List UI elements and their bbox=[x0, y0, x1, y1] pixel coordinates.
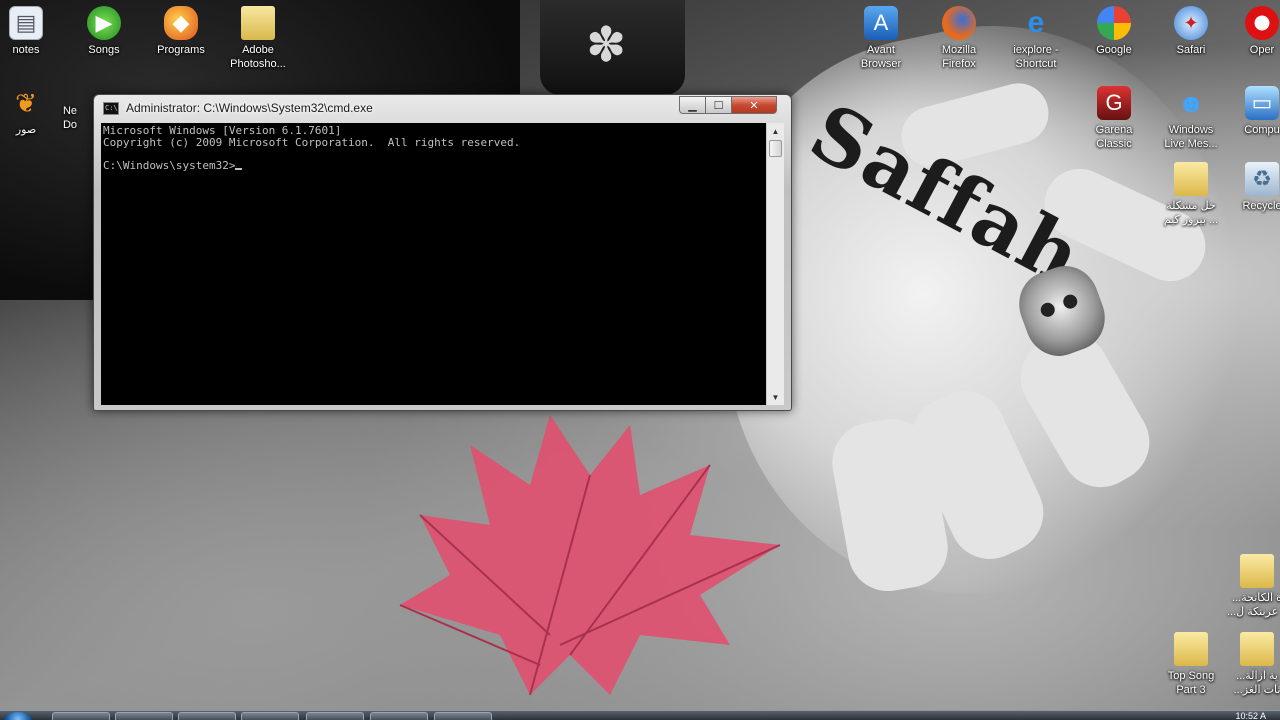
desktop-icon-label: ...ية ازالة ...ثات الغز bbox=[1233, 670, 1280, 696]
minimize-button[interactable]: ▁ bbox=[679, 96, 706, 114]
chrome-icon bbox=[1097, 6, 1131, 40]
console-line: Copyright (c) 2009 Microsoft Corporation… bbox=[103, 135, 521, 149]
avant-browser-icon: A bbox=[864, 6, 898, 40]
taskbar-item-app[interactable] bbox=[370, 712, 428, 720]
document-stack-icon: ▤ bbox=[9, 6, 43, 40]
wallpaper-red-leaf bbox=[399, 415, 781, 696]
cmd-console[interactable]: Microsoft Windows [Version 6.1.7601] Cop… bbox=[101, 123, 766, 405]
cmd-titlebar[interactable]: C:\ Administrator: C:\Windows\System32\c… bbox=[94, 95, 791, 121]
desktop-icon-safari[interactable]: ✦ Safari bbox=[1153, 2, 1229, 57]
taskbar-item-ie[interactable] bbox=[52, 712, 110, 720]
desktop-icon-arabic-folder-2[interactable]: ...ة الكاتحة ...ة عربنكة ل bbox=[1222, 550, 1280, 619]
desktop-icon-garena-classic[interactable]: G Garena Classic bbox=[1076, 82, 1152, 151]
desktop-icon-network[interactable]: Ne Do bbox=[46, 104, 94, 132]
folder-icon bbox=[1240, 554, 1274, 588]
taskbar-item-explorer[interactable] bbox=[115, 712, 173, 720]
scroll-down-arrow-icon[interactable]: ▼ bbox=[767, 389, 784, 405]
desktop-icon-label: Ne Do bbox=[62, 105, 78, 131]
garena-icon: G bbox=[1097, 86, 1131, 120]
console-prompt-line[interactable]: C:\Windows\system32> bbox=[103, 158, 766, 172]
desktop-icon-opera[interactable]: Oper bbox=[1232, 2, 1280, 57]
desktop-icon-label: Mozilla Firefox bbox=[941, 44, 977, 70]
folder-icon bbox=[241, 6, 275, 40]
desktop-icon-avant-browser[interactable]: A Avant Browser bbox=[843, 2, 919, 71]
desktop-icon-notes[interactable]: ▤ notes bbox=[0, 2, 64, 57]
desktop-icon-label: Garena Classic bbox=[1095, 124, 1133, 150]
desktop-icon-label: Adobe Photosho... bbox=[230, 44, 286, 70]
internet-explorer-icon: e bbox=[1027, 6, 1045, 39]
desktop-icon-windows-live-messenger[interactable]: ☻ Windows Live Mes... bbox=[1153, 82, 1229, 151]
taskbar: 10:52 A bbox=[0, 710, 1280, 720]
desktop-icon-mozilla-firefox[interactable]: Mozilla Firefox bbox=[921, 2, 997, 71]
desktop-icon-label: Compu bbox=[1244, 124, 1280, 136]
cmd-window-title: Administrator: C:\Windows\System32\cmd.e… bbox=[126, 101, 373, 115]
safari-compass-icon: ✦ bbox=[1174, 6, 1208, 40]
desktop-icon-label: Programs bbox=[157, 44, 205, 56]
desktop-icon-recycle-bin[interactable]: ♻ Recycle bbox=[1232, 158, 1280, 213]
opera-icon bbox=[1245, 6, 1279, 40]
desktop-icon-label: Recycle bbox=[1242, 200, 1280, 212]
desktop-icon-label: Top Song Part 3 bbox=[1167, 670, 1215, 696]
desktop-icon-google[interactable]: Google bbox=[1076, 2, 1152, 57]
taskbar-item-app[interactable] bbox=[306, 712, 364, 720]
folder-icon bbox=[1240, 632, 1274, 666]
desktop-icon-label: حل مشكلة بيرور كيم ... bbox=[1163, 200, 1219, 226]
folder-icon bbox=[1174, 162, 1208, 196]
desktop-icon-adobe-photoshop[interactable]: Adobe Photosho... bbox=[220, 2, 296, 71]
butterfly-icon: ❦ bbox=[15, 88, 37, 118]
firefox-icon bbox=[942, 6, 976, 40]
text-cursor bbox=[235, 167, 243, 170]
desktop-icon-label: Songs bbox=[88, 44, 120, 56]
desktop-icon-label: iexplore - Shortcut bbox=[1013, 44, 1059, 70]
desktop-icon-label: Avant Browser bbox=[860, 44, 902, 70]
desktop-icon-iexplore-shortcut[interactable]: e iexplore - Shortcut bbox=[998, 2, 1074, 71]
cmd-app-icon[interactable]: C:\ bbox=[103, 102, 119, 115]
cmd-window[interactable]: C:\ Administrator: C:\Windows\System32\c… bbox=[93, 94, 792, 411]
desktop-icon-computer[interactable]: ▭ Compu bbox=[1232, 82, 1280, 137]
desktop-icon-arabic-folder-3[interactable]: ...ية ازالة ...ثات الغز bbox=[1222, 628, 1280, 697]
computer-icon: ▭ bbox=[1245, 86, 1279, 120]
taskbar-item-cmd[interactable] bbox=[434, 712, 492, 720]
taskbar-item-media[interactable] bbox=[178, 712, 236, 720]
programs-icon: ◆ bbox=[164, 6, 198, 40]
recycle-bin-icon: ♻ bbox=[1245, 162, 1279, 196]
messenger-icon: ☻ bbox=[1177, 88, 1205, 118]
desktop-icon-songs[interactable]: ▶ Songs bbox=[66, 2, 142, 57]
maximize-button[interactable]: ☐ bbox=[705, 96, 732, 114]
desktop-icon-label: Google bbox=[1096, 44, 1132, 56]
taskbar-clock[interactable]: 10:52 A bbox=[1235, 711, 1266, 720]
vertical-scrollbar[interactable]: ▲ ▼ bbox=[766, 123, 784, 405]
desktop-icon-label: Safari bbox=[1176, 44, 1206, 56]
start-button[interactable] bbox=[4, 712, 32, 720]
desktop-icon-label: notes bbox=[12, 44, 40, 56]
desktop-icon-top-song-part3[interactable]: Top Song Part 3 bbox=[1153, 628, 1229, 697]
desktop-icon-label: ...ة الكاتحة ...ة عربنكة ل bbox=[1226, 592, 1280, 618]
folder-icon bbox=[1174, 632, 1208, 666]
scroll-up-arrow-icon[interactable]: ▲ bbox=[767, 123, 784, 139]
desktop-icon-label: Oper bbox=[1249, 44, 1275, 56]
console-prompt: C:\Windows\system32> bbox=[103, 158, 236, 172]
scrollbar-thumb[interactable] bbox=[769, 140, 782, 157]
taskbar-item-app[interactable] bbox=[241, 712, 299, 720]
desktop-icon-label: Windows Live Mes... bbox=[1164, 124, 1218, 150]
play-icon: ▶ bbox=[87, 6, 121, 40]
desktop-icon-arabic-folder-1[interactable]: حل مشكلة بيرور كيم ... bbox=[1153, 158, 1229, 227]
close-button[interactable]: ✕ bbox=[731, 96, 777, 114]
console-line: Microsoft Windows [Version 6.1.7601] bbox=[103, 124, 342, 137]
wristband-leaf-icon: ✽ bbox=[586, 19, 627, 72]
desktop-icon-programs[interactable]: ◆ Programs bbox=[143, 2, 219, 57]
